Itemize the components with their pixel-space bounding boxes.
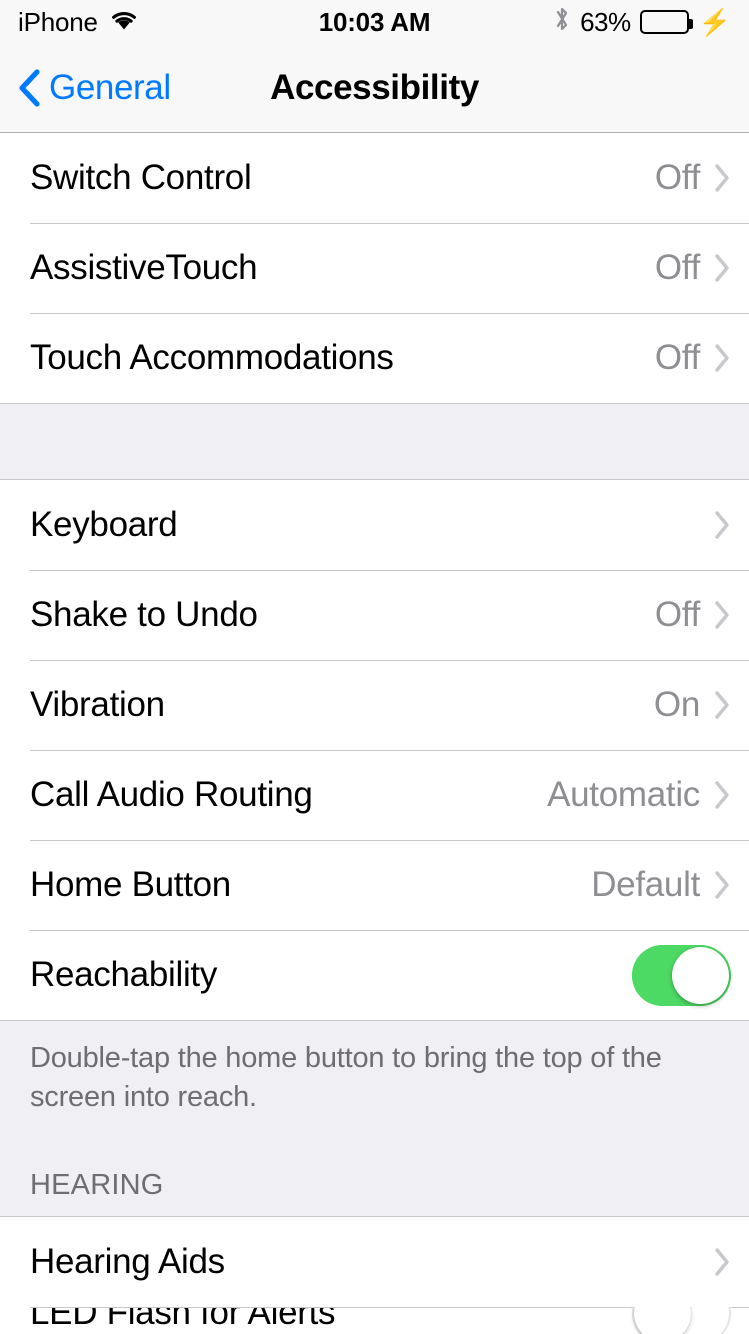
- clock-label: 10:03 AM: [318, 6, 431, 37]
- row-keyboard[interactable]: Keyboard: [0, 480, 749, 570]
- row-label: Vibration: [30, 685, 165, 724]
- row-value: Off: [654, 248, 700, 287]
- chevron-right-icon: [714, 163, 731, 193]
- row-accessory: Off: [655, 158, 731, 198]
- row-label: Hearing Aids: [30, 1242, 225, 1281]
- settings-list: Switch Control Off AssistiveTouch Off To…: [0, 133, 749, 1334]
- back-button[interactable]: General: [0, 68, 171, 108]
- row-accessory: On: [654, 685, 731, 725]
- row-value: On: [653, 685, 700, 724]
- battery-icon: [639, 10, 693, 34]
- carrier-label: iPhone: [18, 6, 98, 37]
- row-led-flash-for-alerts[interactable]: LED Flash for Alerts: [0, 1307, 749, 1334]
- settings-group-1: Switch Control Off AssistiveTouch Off To…: [0, 133, 749, 404]
- row-value: Off: [654, 338, 700, 377]
- chevron-right-icon: [714, 1247, 731, 1277]
- chevron-right-icon: [714, 870, 731, 900]
- bluetooth-icon: [553, 5, 571, 40]
- chevron-right-icon: [714, 343, 731, 373]
- row-accessory: [700, 510, 731, 540]
- row-call-audio-routing[interactable]: Call Audio Routing Automatic: [0, 750, 749, 840]
- section-gap: [0, 404, 749, 479]
- section-header-hearing: HEARING: [0, 1117, 749, 1216]
- chevron-right-icon: [714, 600, 731, 630]
- row-label: Keyboard: [30, 505, 178, 544]
- reachability-toggle[interactable]: [632, 944, 731, 1006]
- status-bar: iPhone 10:03 AM 63% ⚡: [0, 0, 749, 44]
- row-hearing-aids[interactable]: Hearing Aids: [0, 1217, 749, 1307]
- row-label: Switch Control: [30, 158, 252, 197]
- chevron-right-icon: [714, 690, 731, 720]
- status-bar-left: iPhone: [18, 7, 139, 38]
- row-switch-control[interactable]: Switch Control Off: [0, 133, 749, 223]
- row-vibration[interactable]: Vibration On: [0, 660, 749, 750]
- chevron-right-icon: [714, 253, 731, 283]
- row-accessory: Automatic: [547, 775, 731, 815]
- lightning-bolt-icon: ⚡: [698, 7, 731, 37]
- row-label: Home Button: [30, 865, 231, 904]
- row-label: Touch Accommodations: [30, 338, 394, 377]
- row-accessory: Off: [655, 595, 731, 635]
- row-accessory: Off: [655, 248, 731, 288]
- row-accessory: [632, 1307, 731, 1334]
- row-value: Off: [654, 595, 700, 634]
- row-value: Default: [591, 865, 700, 904]
- section-footer-text: Double-tap the home button to bring the …: [0, 1021, 749, 1117]
- row-touch-accommodations[interactable]: Touch Accommodations Off: [0, 313, 749, 403]
- chevron-left-icon: [18, 69, 40, 107]
- row-reachability[interactable]: Reachability: [0, 930, 749, 1020]
- settings-group-3: Hearing Aids LED Flash for Alerts: [0, 1216, 749, 1334]
- battery-percent-label: 63%: [580, 6, 631, 37]
- led-flash-toggle[interactable]: [632, 1307, 731, 1334]
- row-home-button[interactable]: Home Button Default: [0, 840, 749, 930]
- row-label: AssistiveTouch: [30, 248, 258, 287]
- row-accessory: [632, 944, 731, 1006]
- toggle-knob: [672, 946, 729, 1004]
- row-shake-to-undo[interactable]: Shake to Undo Off: [0, 570, 749, 660]
- wifi-icon: [109, 7, 139, 38]
- row-accessory: [700, 1247, 731, 1277]
- row-label: Shake to Undo: [30, 595, 258, 634]
- chevron-right-icon: [714, 510, 731, 540]
- status-bar-right: 63% ⚡: [553, 5, 731, 40]
- row-assistivetouch[interactable]: AssistiveTouch Off: [0, 223, 749, 313]
- navigation-bar: General Accessibility: [0, 44, 749, 133]
- row-value: Automatic: [547, 775, 700, 814]
- row-label: Reachability: [30, 955, 218, 994]
- chevron-right-icon: [714, 780, 731, 810]
- row-accessory: Off: [655, 338, 731, 378]
- settings-group-2: Keyboard Shake to Undo Off Vibration On: [0, 479, 749, 1021]
- row-label: LED Flash for Alerts: [30, 1307, 336, 1332]
- row-value: Off: [654, 158, 700, 197]
- toggle-knob: [634, 1307, 691, 1334]
- row-accessory: Default: [591, 865, 731, 905]
- row-label: Call Audio Routing: [30, 775, 313, 814]
- back-button-label: General: [49, 68, 171, 107]
